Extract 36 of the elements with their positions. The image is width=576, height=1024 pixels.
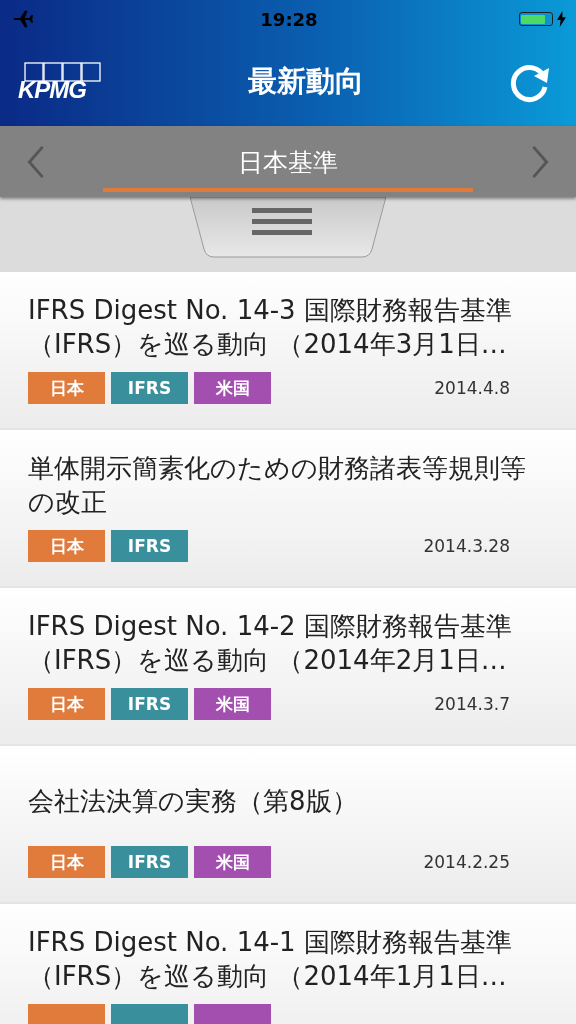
article-title: IFRS Digest No. 14-1 国際財務報告基準（IFRS）を巡る動向 （2014年1月1日… bbox=[28, 926, 513, 993]
menu-handle[interactable] bbox=[190, 197, 386, 259]
article-date: 2014.3.28 bbox=[423, 536, 510, 556]
article-title: 単体開示簡素化のための財務諸表等規則等の改正 bbox=[28, 452, 527, 519]
status-time: 19:28 bbox=[260, 8, 318, 30]
article-date: 2014.4.8 bbox=[434, 378, 510, 398]
previous-button[interactable] bbox=[26, 144, 46, 179]
article-title: IFRS Digest No. 14-3 国際財務報告基準（IFRS）を巡る動向 （2014年3月1日… bbox=[28, 294, 513, 361]
article-item[interactable]: IFRS Digest No. 14-1 国際財務報告基準（IFRS）を巡る動向 （2014年1月1日… bbox=[0, 904, 576, 1024]
chevron-left-icon bbox=[26, 144, 46, 179]
tag-label: IFRS bbox=[111, 530, 188, 562]
tag-label: 日本 bbox=[28, 688, 105, 720]
tag-label: 米国 bbox=[194, 688, 271, 720]
article-item[interactable]: 単体開示簡素化のための財務諸表等規則等の改正 日本 IFRS 2014.3.28 bbox=[0, 430, 576, 586]
tag-label: 日本 bbox=[28, 530, 105, 562]
tag-label: 米国 bbox=[194, 372, 271, 404]
next-button[interactable] bbox=[530, 144, 550, 179]
article-title: 会社法決算の実務（第8版） bbox=[28, 785, 358, 818]
tag-label: 米国 bbox=[194, 846, 271, 878]
company-logo: KPMG bbox=[16, 62, 104, 102]
tag-label: 日本 bbox=[28, 372, 105, 404]
tag-label: 日本 bbox=[28, 846, 105, 878]
charging-icon bbox=[557, 11, 566, 27]
article-date: 2014.3.7 bbox=[434, 694, 510, 714]
article-date: 2014.2.25 bbox=[423, 852, 510, 872]
article-item[interactable]: 会社法決算の実務（第8版） 日本 IFRS 米国 2014.2.25 bbox=[0, 746, 576, 902]
tag-label: IFRS bbox=[111, 688, 188, 720]
article-item[interactable]: IFRS Digest No. 14-2 国際財務報告基準（IFRS）を巡る動向 （2014年2月1日… 日本 IFRS 米国 2014.3.7 bbox=[0, 588, 576, 744]
tag-label: IFRS bbox=[111, 372, 188, 404]
tag-label: IFRS bbox=[111, 846, 188, 878]
chevron-right-icon bbox=[530, 144, 550, 179]
battery-icon bbox=[519, 12, 553, 26]
screen-title: 最新動向 bbox=[248, 63, 364, 100]
article-item[interactable]: IFRS Digest No. 14-3 国際財務報告基準（IFRS）を巡る動向 （2014年3月1日… 日本 IFRS 米国 2014.4.8 bbox=[0, 272, 576, 428]
article-title: IFRS Digest No. 14-2 国際財務報告基準（IFRS）を巡る動向 （2014年2月1日… bbox=[28, 610, 513, 677]
airplane-icon bbox=[12, 8, 34, 30]
